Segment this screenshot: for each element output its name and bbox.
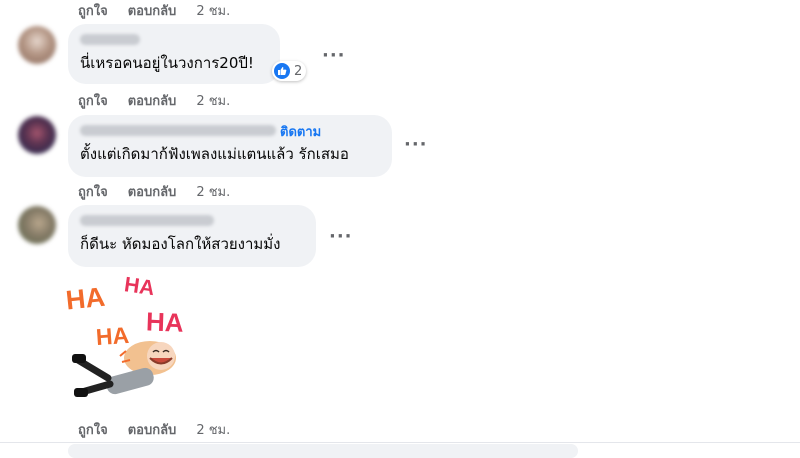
comment-text: นี่เหรอคนอยู่ในวงการ20ปี! <box>80 54 254 72</box>
more-options-icon[interactable]: ··· <box>404 134 428 155</box>
like-button[interactable]: ถูกใจ <box>78 419 108 440</box>
sticker-ha-text: HA <box>146 306 185 337</box>
commenter-name[interactable] <box>80 215 214 226</box>
timestamp: 2 ชม. <box>196 185 231 200</box>
more-options-icon[interactable]: ··· <box>322 45 346 66</box>
more-options-icon[interactable]: ··· <box>329 226 353 247</box>
reply-button[interactable]: ตอบกลับ <box>128 90 177 111</box>
avatar[interactable] <box>18 206 56 244</box>
like-button[interactable]: ถูกใจ <box>78 181 108 202</box>
sticker-ha-text: HA <box>95 322 130 350</box>
divider <box>0 442 800 443</box>
sticker-ha-text: HA <box>123 273 156 300</box>
reply-button[interactable]: ตอบกลับ <box>128 0 177 21</box>
like-button[interactable]: ถูกใจ <box>78 0 108 21</box>
reply-button[interactable]: ตอบกลับ <box>128 181 177 202</box>
comment-text: ก็ดีนะ หัดมองโลกให้สวยงามมั่ง <box>80 235 281 253</box>
haha-sticker: HA HA HA HA <box>62 268 202 408</box>
reply-button[interactable]: ตอบกลับ <box>128 419 177 440</box>
avatar[interactable] <box>18 116 56 154</box>
next-comment-bubble <box>68 444 578 458</box>
like-button[interactable]: ถูกใจ <box>78 90 108 111</box>
like-icon <box>274 63 290 79</box>
timestamp: 2 ชม. <box>196 94 231 109</box>
sticker-ha-text: HA <box>64 282 106 316</box>
comment-bubble: ก็ดีนะ หัดมองโลกให้สวยงามมั่ง <box>68 205 316 267</box>
follow-button[interactable]: ติดตาม <box>280 121 321 142</box>
commenter-name[interactable] <box>80 125 276 136</box>
commenter-name[interactable] <box>80 34 140 45</box>
comment-actions-0: ถูกใจ ตอบกลับ 2 ชม. <box>78 0 230 21</box>
avatar[interactable] <box>18 26 56 64</box>
comment-actions-1: ถูกใจ ตอบกลับ 2 ชม. <box>78 90 230 111</box>
comment-text: ตั้งแต่เกิดมาก้ฟังเพลงแม่แตนแล้ว รักเสมอ <box>80 145 349 163</box>
comment-actions-3: ถูกใจ ตอบกลับ 2 ชม. <box>78 419 230 440</box>
reaction-count[interactable]: 2 <box>272 61 307 81</box>
timestamp: 2 ชม. <box>196 423 231 438</box>
comment-bubble: ติดตาม ตั้งแต่เกิดมาก้ฟังเพลงแม่แตนแล้ว … <box>68 115 392 177</box>
comment-actions-2: ถูกใจ ตอบกลับ 2 ชม. <box>78 181 230 202</box>
comment-bubble: นี่เหรอคนอยู่ในวงการ20ปี! <box>68 24 280 84</box>
reaction-count-text: 2 <box>294 63 303 79</box>
timestamp: 2 ชม. <box>196 4 231 19</box>
